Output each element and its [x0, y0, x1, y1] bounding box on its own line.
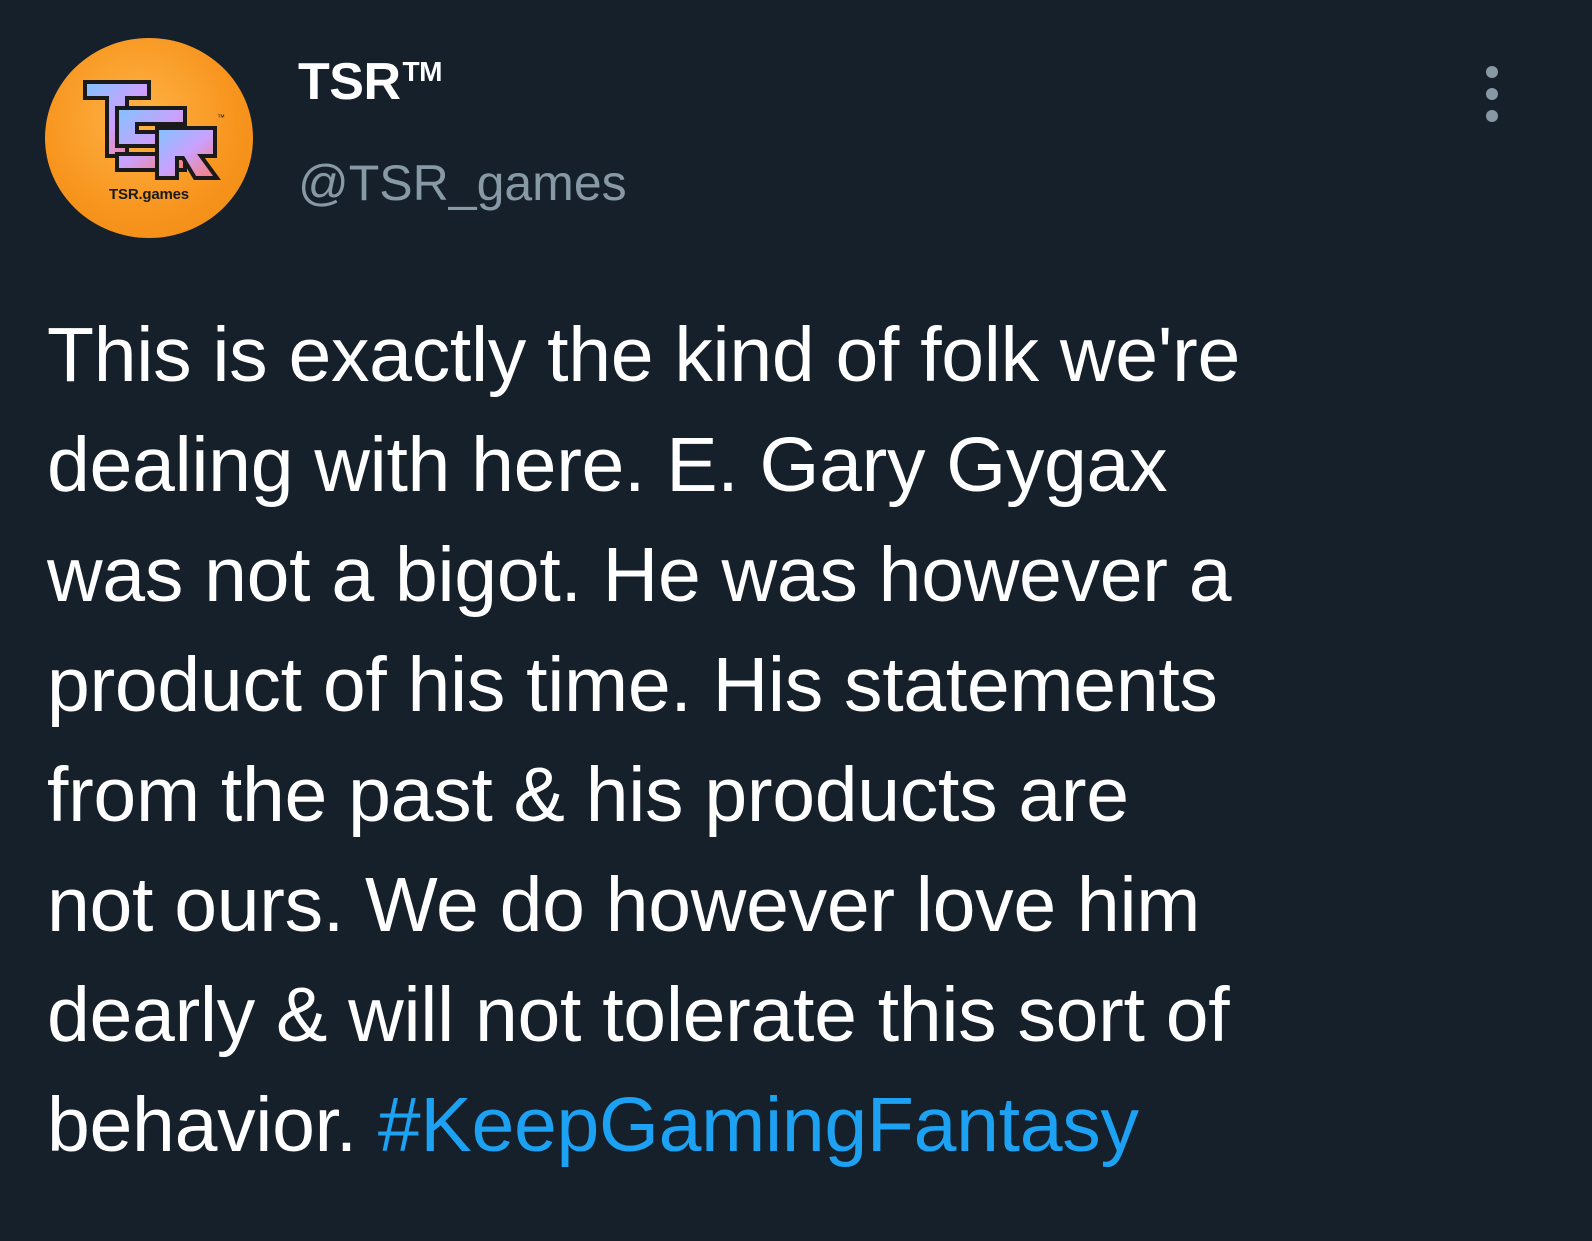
more-vertical-icon	[1486, 88, 1498, 100]
tweet-line: not ours. We do however love him	[47, 862, 1201, 948]
more-options-button[interactable]	[1472, 66, 1512, 122]
tweet-line: from the past & his products are	[47, 752, 1129, 838]
display-name-text[interactable]: TSR	[298, 53, 401, 111]
tweet-line: dearly & will not tolerate this sort of	[47, 972, 1230, 1058]
display-name[interactable]: TSRTM	[298, 56, 442, 108]
logo-trademark: ™	[217, 113, 225, 122]
tweet-card: ™ TSR.games TSRTM @TSR_games This is exa…	[0, 0, 1592, 1241]
tweet-line: product of his time. His statements	[47, 642, 1218, 728]
tweet-line: This is exactly the kind of folk we're	[47, 312, 1241, 398]
tweet-line-text: behavior.	[47, 1082, 378, 1168]
more-vertical-icon	[1486, 66, 1498, 78]
user-handle[interactable]: @TSR_games	[298, 158, 627, 208]
tsr-logo-icon: ™	[83, 80, 225, 180]
tweet-line: dealing with here. E. Gary Gygax	[47, 422, 1168, 508]
avatar-caption: TSR.games	[109, 186, 189, 203]
tweet-line-last: behavior. #KeepGamingFantasy	[47, 1070, 1517, 1180]
more-vertical-icon	[1486, 110, 1498, 122]
trademark-mark: TM	[402, 56, 443, 87]
tweet-text: This is exactly the kind of folk we're d…	[47, 300, 1517, 1180]
avatar[interactable]: ™ TSR.games	[45, 38, 253, 238]
hashtag-link[interactable]: #KeepGamingFantasy	[378, 1082, 1139, 1168]
tweet-line: was not a bigot. He was however a	[47, 532, 1232, 618]
